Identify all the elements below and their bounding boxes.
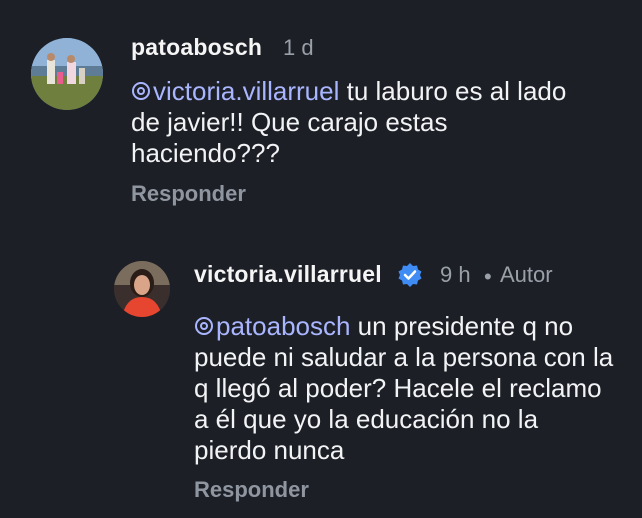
avatar-photo-icon — [31, 38, 103, 110]
username[interactable]: victoria.villarruel — [194, 261, 382, 288]
mention-username: victoria.villarruel — [153, 76, 340, 106]
mention-link[interactable]: patoabosch — [194, 311, 350, 341]
avatar-photo-icon — [114, 261, 170, 317]
mention-link[interactable]: victoria.villarruel — [131, 76, 339, 106]
reply-button[interactable]: Responder — [194, 477, 309, 503]
author-label: Autor — [500, 262, 553, 287]
username[interactable]: patoabosch — [131, 34, 262, 61]
avatar[interactable] — [31, 38, 103, 110]
threads-at-icon — [132, 82, 150, 100]
mention-username: patoabosch — [216, 311, 351, 341]
timestamp: 9 h — [440, 262, 471, 287]
verified-badge-icon — [398, 263, 422, 287]
threads-at-icon — [195, 317, 213, 335]
separator-dot: • — [484, 264, 492, 289]
avatar[interactable] — [114, 261, 170, 317]
reply-button[interactable]: Responder — [131, 181, 246, 207]
timestamp: 1 d — [283, 35, 314, 60]
comment-text: victoria.villarruel tu laburo es al lado… — [131, 76, 601, 169]
comment-text: patoabosch un presidente q no puede ni s… — [194, 311, 614, 466]
